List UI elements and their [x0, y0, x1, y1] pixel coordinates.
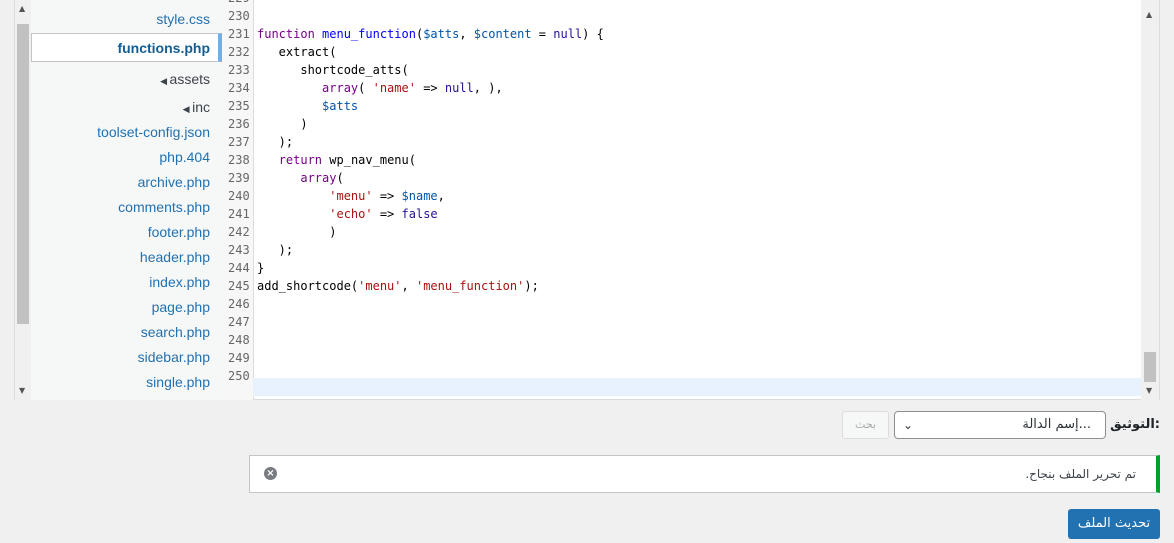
line-number: 232 [228, 45, 250, 59]
line-number: 244 [228, 261, 250, 275]
file-name: header.php [139, 249, 210, 265]
file-item[interactable]: single.php [146, 374, 210, 390]
scroll-up-icon[interactable]: ▲ [19, 4, 25, 13]
code-line[interactable]: array( [257, 171, 343, 185]
line-number: 246 [228, 297, 250, 311]
code-line[interactable]: shortcode_atts( [257, 63, 408, 77]
folder-item[interactable]: ◀ inc [183, 99, 210, 115]
file-item[interactable]: style.css [156, 11, 210, 27]
success-notice: × تم تحرير الملف بنجاح. [249, 455, 1160, 493]
file-name: toolset-config.json [97, 124, 210, 140]
collapsed-arrow-icon: ◀ [182, 104, 193, 114]
scrollbar-thumb[interactable] [17, 24, 29, 324]
line-number: 236 [228, 117, 250, 131]
code-line[interactable]: function menu_function($atts, $content =… [257, 27, 604, 41]
file-item[interactable]: page.php [152, 299, 210, 315]
chevron-down-icon: ⌄ [903, 418, 914, 432]
line-number: 247 [228, 315, 250, 329]
code-line[interactable]: } [257, 261, 264, 275]
collapsed-arrow-icon: ◀ [160, 76, 170, 86]
file-list-scrollbar[interactable]: ▲ ▼ [15, 0, 31, 400]
update-file-button[interactable]: تحديث الملف [1068, 509, 1160, 539]
line-number: 237 [228, 135, 250, 149]
line-number: 250 [228, 369, 250, 383]
code-line[interactable]: 'menu' => $name, [257, 189, 445, 203]
line-gutter: 229 230 231 232 233 234 235 236 237 238 239 240 241 2… [222, 0, 254, 400]
notice-message: تم تحرير الملف بنجاح. [1025, 467, 1136, 481]
function-name-select[interactable]: ...إسم الدالة ⌄ [894, 411, 1106, 439]
scroll-up-icon[interactable]: ▲ [1146, 10, 1152, 19]
code-line[interactable]: array( 'name' => null, ), [257, 81, 503, 95]
code-line[interactable]: 'echo' => false [257, 207, 437, 221]
documentation-label: التوثيق: [1110, 417, 1160, 432]
code-line[interactable]: ) [257, 225, 336, 239]
code-line[interactable]: ); [257, 243, 293, 257]
file-item[interactable]: header.php [140, 249, 210, 265]
close-icon[interactable]: × [264, 467, 277, 480]
line-number: 234 [228, 81, 250, 95]
theme-file-list: style.css functions.php ◀ assets ◀ inc tools… [31, 0, 223, 400]
file-item[interactable]: functions.php [31, 33, 222, 62]
scroll-down-icon[interactable]: ▼ [19, 386, 25, 395]
select-value: ...إسم الدالة [1022, 417, 1091, 432]
line-number: 240 [228, 189, 250, 203]
scrollbar-thumb[interactable] [1144, 352, 1156, 382]
folder-item[interactable]: ◀ assets [160, 71, 210, 87]
line-number: 229 [222, 0, 253, 5]
file-item[interactable]: php.404 [159, 149, 210, 165]
code-line[interactable]: return wp_nav_menu( [257, 153, 416, 167]
code-scrollbar[interactable]: ▲ ▼ [1141, 0, 1159, 400]
line-number: 231 [228, 27, 250, 41]
code-line[interactable]: add_shortcode('menu', 'menu_function'); [257, 279, 539, 293]
file-item[interactable]: comments.php [118, 199, 210, 215]
active-line-highlight [253, 378, 1141, 396]
line-number: 235 [228, 99, 250, 113]
line-number: 242 [228, 225, 250, 239]
line-number: 239 [228, 171, 250, 185]
file-name: page.php [151, 299, 210, 315]
line-number: 238 [228, 153, 250, 167]
file-item[interactable]: toolset-config.json [97, 124, 210, 140]
scroll-down-icon[interactable]: ▼ [1146, 386, 1152, 395]
code-line[interactable]: extract( [257, 45, 337, 59]
line-number: 245 [228, 279, 250, 293]
file-name: search.php [140, 324, 210, 340]
file-name: single.php [146, 374, 210, 390]
code-editor-panel: ▲ ▼ style.css functions.php ◀ assets ◀ inc t… [14, 0, 1160, 400]
file-item[interactable]: search.php [141, 324, 210, 340]
line-number: 233 [228, 63, 250, 77]
line-number: 249 [228, 351, 250, 365]
line-number: 248 [228, 333, 250, 347]
code-line[interactable]: ) [257, 117, 307, 131]
file-name: comments.php [118, 199, 210, 215]
line-number: 241 [228, 207, 250, 221]
line-number: 230 [228, 9, 250, 23]
file-name: archive.php [137, 174, 210, 190]
file-item[interactable]: footer.php [148, 224, 210, 240]
file-name: inc [192, 99, 210, 115]
file-name: footer.php [147, 224, 210, 240]
file-name: style.css [156, 11, 210, 27]
file-name: functions.php [117, 40, 210, 56]
code-line[interactable]: $atts [257, 99, 358, 113]
file-item[interactable]: archive.php [138, 174, 210, 190]
file-item[interactable]: sidebar.php [138, 349, 210, 365]
code-area[interactable]: function menu_function($atts, $content =… [253, 0, 1141, 400]
file-name: php.404 [159, 149, 210, 165]
line-number: 243 [228, 243, 250, 257]
file-name: sidebar.php [137, 349, 210, 365]
file-name: assets [169, 71, 210, 87]
file-item[interactable]: index.php [149, 274, 210, 290]
code-line[interactable]: ); [257, 135, 293, 149]
file-name: index.php [149, 274, 210, 290]
lookup-button[interactable]: بحث [842, 411, 889, 439]
